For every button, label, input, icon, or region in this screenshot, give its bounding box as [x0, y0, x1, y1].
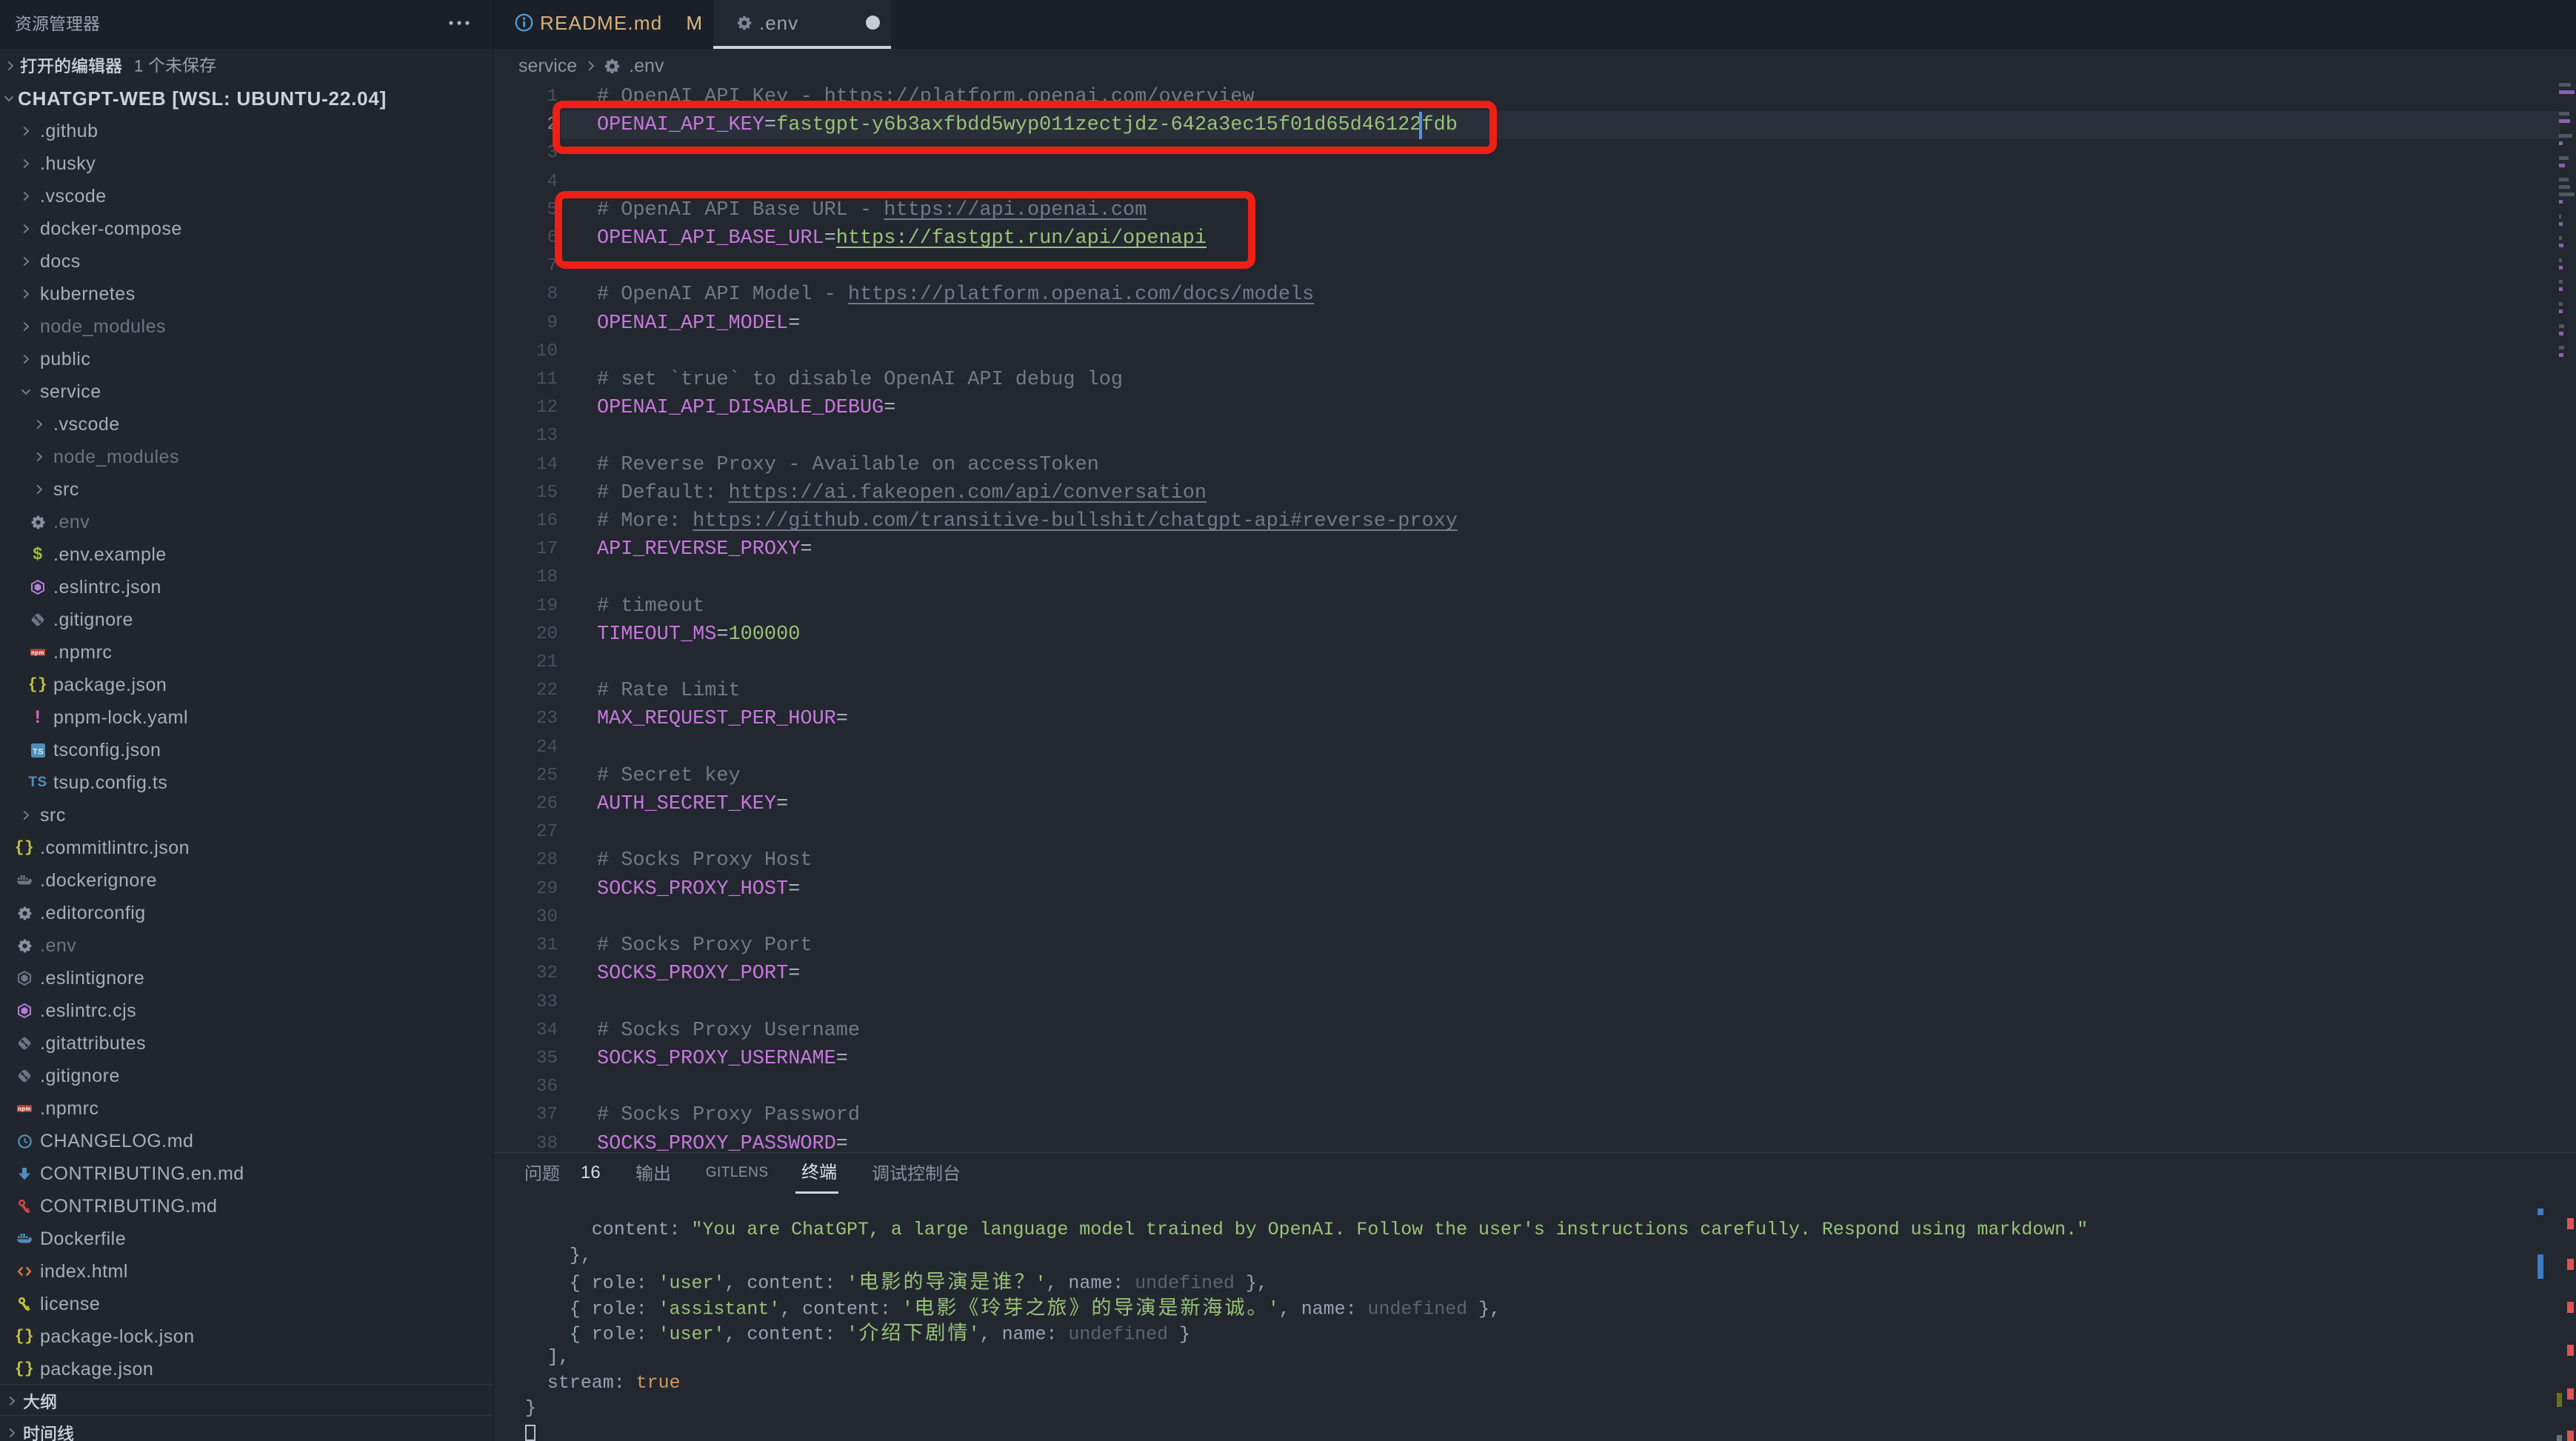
- svg-text:TS: TS: [32, 747, 43, 756]
- svg-text:npm: npm: [18, 1106, 31, 1112]
- svg-text:npm: npm: [31, 649, 44, 656]
